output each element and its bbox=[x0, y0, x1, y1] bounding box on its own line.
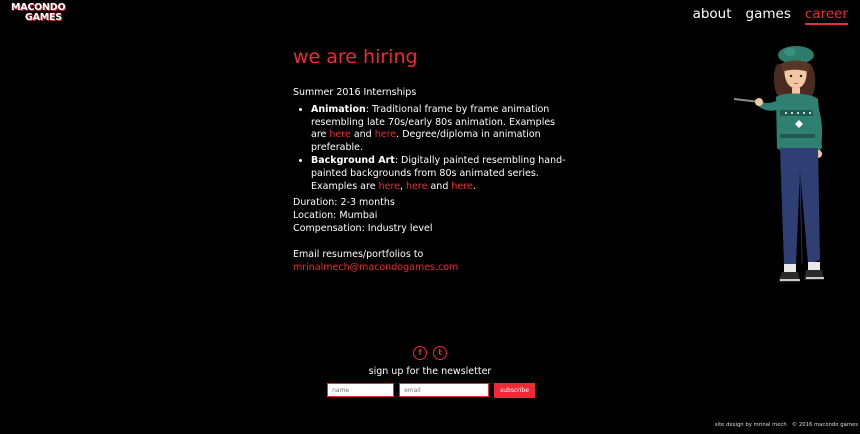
footer-credits: site design by mrinal mech © 2016 macond… bbox=[715, 422, 858, 428]
separator: and bbox=[350, 129, 375, 141]
email-input[interactable] bbox=[399, 383, 490, 397]
duration-text: Duration: 2-3 months bbox=[293, 197, 395, 209]
name-input[interactable] bbox=[327, 383, 395, 397]
nav-about[interactable]: about bbox=[693, 6, 732, 25]
separator: and bbox=[427, 180, 452, 192]
subscribe-button[interactable]: subscribe bbox=[494, 383, 535, 398]
example-link[interactable]: here bbox=[329, 129, 350, 140]
example-link[interactable]: here bbox=[379, 181, 400, 192]
internship-heading: Summer 2016 Internships bbox=[293, 87, 417, 98]
footer: f t sign up for the newsletter subscribe bbox=[0, 346, 860, 398]
email-intro: Email resumes/portfolios to bbox=[293, 248, 424, 260]
location-text: Location: Mumbai bbox=[293, 210, 378, 222]
email-link[interactable]: mrinalmech@macondogames.com bbox=[293, 262, 458, 273]
position-tail: . bbox=[472, 180, 476, 192]
social-links: f t bbox=[0, 346, 860, 360]
newsletter-form: subscribe bbox=[2, 383, 860, 398]
design-credit: site design by mrinal mech bbox=[714, 422, 787, 428]
facebook-icon[interactable]: f bbox=[413, 346, 427, 360]
compensation-text: Compensation: Industry level bbox=[293, 222, 433, 234]
job-listing: Summer 2016 Internships Animation: Tradi… bbox=[293, 87, 568, 274]
page-title: we are hiring bbox=[293, 46, 418, 68]
logo-line-2: GAMES bbox=[25, 12, 62, 23]
main-nav: about games career bbox=[693, 6, 848, 25]
brand-logo[interactable]: MACONDO GAMES bbox=[11, 3, 75, 23]
position-background-art: Background Art: Digitally painted resemb… bbox=[311, 155, 568, 193]
position-name: Animation bbox=[311, 103, 366, 115]
nav-games[interactable]: games bbox=[746, 6, 791, 25]
position-name: Background Art bbox=[311, 154, 395, 166]
copyright-text: © 2016 macondo games bbox=[791, 422, 858, 428]
example-link[interactable]: here bbox=[451, 181, 472, 192]
example-link[interactable]: here bbox=[406, 181, 427, 192]
character-illustration bbox=[733, 46, 824, 282]
newsletter-label: sign up for the newsletter bbox=[368, 366, 492, 377]
twitter-icon[interactable]: t bbox=[433, 346, 447, 360]
positions-list: Animation: Traditional frame by frame an… bbox=[293, 104, 568, 194]
nav-career[interactable]: career bbox=[804, 6, 848, 25]
example-link[interactable]: here bbox=[375, 129, 396, 140]
position-animation: Animation: Traditional frame by frame an… bbox=[311, 104, 568, 155]
